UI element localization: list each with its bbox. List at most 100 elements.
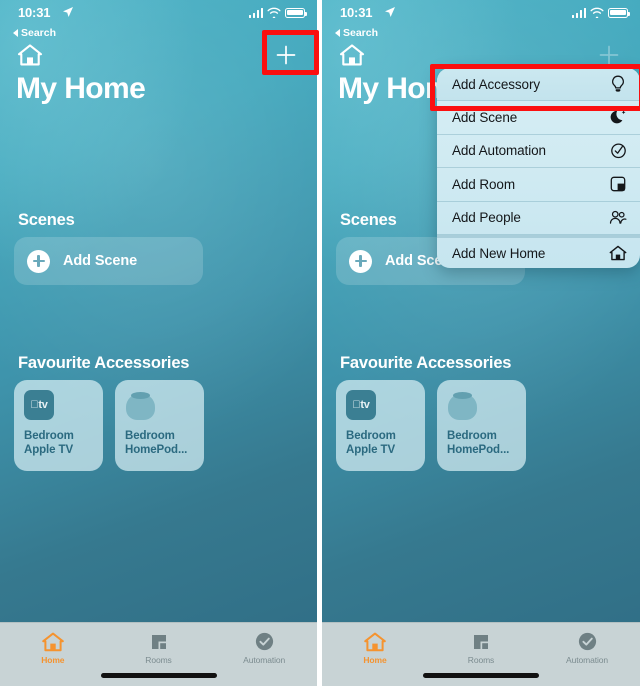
tab-automation[interactable]: Automation	[534, 623, 640, 667]
tab-home[interactable]: Home	[322, 623, 428, 667]
apple-tv-icon: tv	[24, 390, 54, 420]
status-bar: 10:31	[0, 0, 317, 30]
accessory-label: Bedroom Apple TV	[24, 429, 98, 457]
accessory-label-line2: Apple TV	[346, 444, 396, 456]
home-icon[interactable]	[339, 43, 365, 67]
homepod-icon	[447, 390, 478, 420]
wifi-icon	[590, 7, 604, 18]
screenshot-stage: 10:31 Search My Home Scenes Add Scene Fa…	[0, 0, 640, 686]
battery-full-icon	[608, 7, 630, 18]
status-time: 10:31	[340, 5, 373, 20]
menu-item-label: Add Automation	[452, 143, 546, 159]
tab-rooms-label: Rooms	[467, 654, 495, 665]
tab-rooms-label: Rooms	[145, 654, 172, 665]
tab-rooms[interactable]: Rooms	[106, 623, 212, 667]
phone-screen-after: 10:31 Search My Home Scenes Add Scene Fa…	[322, 0, 640, 686]
status-indicators	[571, 7, 630, 18]
tab-home-label: Home	[41, 654, 65, 665]
battery-full-icon	[285, 7, 307, 18]
wifi-icon	[267, 7, 281, 18]
favourites-section-title: Favourite Accessories	[18, 354, 190, 372]
back-to-search-link[interactable]: Search	[13, 27, 56, 39]
tab-home[interactable]: Home	[0, 623, 106, 667]
tab-automation-label: Automation	[243, 654, 286, 665]
back-link-label: Search	[343, 27, 379, 39]
panel-divider	[317, 0, 322, 686]
menu-item-label: Add Room	[452, 176, 515, 192]
accessory-label-line1: Bedroom	[24, 430, 74, 442]
menu-item-add-new-home[interactable]: Add New Home	[437, 234, 640, 268]
tab-home-label: Home	[363, 654, 387, 665]
menu-item-add-scene[interactable]: Add Scene	[437, 101, 640, 135]
home-icon[interactable]	[17, 43, 43, 67]
add-context-menu: Add Accessory Add Scene Add Automation A…	[437, 68, 640, 269]
phone-screen-before: 10:31 Search My Home Scenes Add Scene Fa…	[0, 0, 317, 686]
room-square-icon	[609, 175, 627, 193]
menu-item-label: Add Accessory	[452, 76, 540, 92]
plus-circle-icon	[27, 249, 50, 273]
add-button[interactable]	[273, 42, 299, 68]
accessory-tile-apple-tv[interactable]: tv Bedroom Apple TV	[336, 380, 425, 471]
accessory-label: Bedroom HomePod...	[125, 429, 199, 457]
clock-check-icon	[609, 142, 627, 160]
lightbulb-icon	[609, 75, 627, 93]
accessory-label-line2: HomePod...	[447, 444, 510, 456]
scenes-section-title: Scenes	[18, 211, 75, 229]
apple-tv-icon-text: tv	[34, 399, 47, 411]
automation-tab-icon	[577, 631, 598, 653]
plus-circle-icon	[349, 249, 372, 273]
location-arrow-icon	[62, 6, 74, 18]
add-scene-tile[interactable]: Add Scene	[14, 237, 203, 285]
tab-bar: Home Rooms Automation	[322, 622, 640, 686]
menu-item-label: Add People	[452, 210, 521, 226]
favourites-section-title: Favourite Accessories	[340, 354, 512, 372]
cellular-signal-icon	[248, 7, 263, 18]
home-indicator	[100, 673, 217, 678]
accessory-label-line2: Apple TV	[24, 444, 74, 456]
add-scene-label: Add Scene	[63, 253, 138, 269]
back-caret-icon	[13, 29, 18, 37]
apple-tv-icon: tv	[346, 390, 376, 420]
tab-bar: Home Rooms Automation	[0, 622, 317, 686]
people-icon	[609, 209, 627, 227]
rooms-tab-icon	[149, 631, 169, 653]
menu-item-label: Add New Home	[452, 245, 546, 261]
accessory-tile-homepod[interactable]: Bedroom HomePod...	[437, 380, 526, 471]
tab-automation-label: Automation	[566, 654, 608, 665]
back-link-label: Search	[21, 27, 57, 39]
tab-rooms[interactable]: Rooms	[428, 623, 534, 667]
moon-stars-icon	[609, 109, 627, 127]
menu-item-add-accessory[interactable]: Add Accessory	[437, 68, 640, 102]
menu-item-label: Add Scene	[452, 110, 518, 126]
status-time: 10:31	[18, 5, 51, 20]
page-title: My Home	[16, 72, 146, 105]
cellular-signal-icon	[571, 7, 586, 18]
rooms-tab-icon	[471, 631, 491, 653]
accessory-label: Bedroom HomePod...	[447, 429, 521, 457]
home-indicator	[423, 673, 539, 678]
accessory-label-line1: Bedroom	[447, 430, 497, 442]
add-button[interactable]	[596, 42, 622, 68]
scenes-section-title: Scenes	[340, 211, 397, 229]
back-caret-icon	[335, 29, 340, 37]
accessory-label: Bedroom Apple TV	[346, 429, 420, 457]
accessory-tile-homepod[interactable]: Bedroom HomePod...	[115, 380, 204, 471]
house-icon	[609, 244, 627, 262]
menu-item-add-people[interactable]: Add People	[437, 202, 640, 235]
nav-row	[0, 40, 317, 74]
status-bar: 10:31	[322, 0, 640, 30]
home-tab-icon	[42, 631, 64, 653]
back-to-search-link[interactable]: Search	[335, 27, 378, 39]
automation-tab-icon	[254, 631, 275, 653]
location-arrow-icon	[384, 6, 396, 18]
accessory-label-line1: Bedroom	[125, 430, 175, 442]
tab-automation[interactable]: Automation	[211, 623, 317, 667]
accessory-label-line2: HomePod...	[125, 444, 188, 456]
home-tab-icon	[364, 631, 386, 653]
menu-item-add-automation[interactable]: Add Automation	[437, 135, 640, 169]
apple-tv-icon-text: tv	[356, 399, 369, 411]
homepod-icon	[125, 390, 156, 420]
accessory-label-line1: Bedroom	[346, 430, 396, 442]
accessory-tile-apple-tv[interactable]: tv Bedroom Apple TV	[14, 380, 103, 471]
menu-item-add-room[interactable]: Add Room	[437, 168, 640, 202]
